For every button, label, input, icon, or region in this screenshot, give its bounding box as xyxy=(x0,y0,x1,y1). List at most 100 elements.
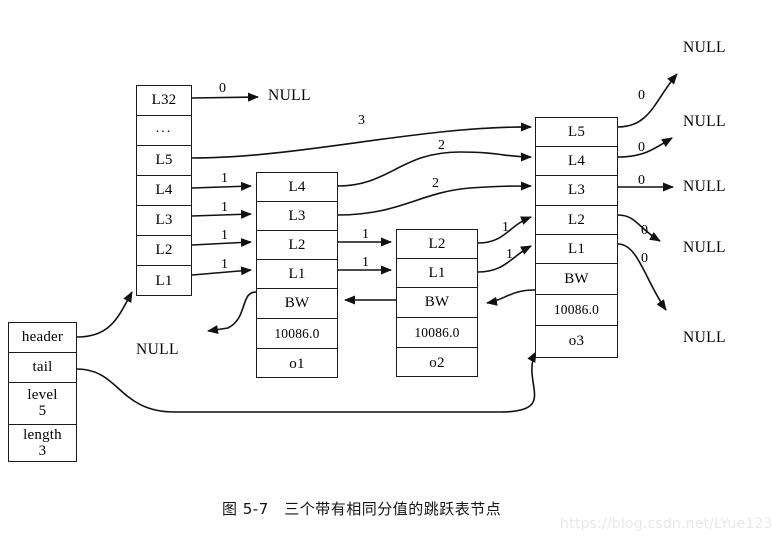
header-node: L32 ... L5 L4 L3 L2 L1 xyxy=(136,85,192,296)
node-o2-score-value: 10086.0 xyxy=(414,324,460,340)
connector-layer xyxy=(76,73,678,413)
source-watermark: https://blog.csdn.net/LYue123 xyxy=(560,516,772,532)
node-o2-level-l2-label: L2 xyxy=(428,235,446,252)
node-o1-level-l3-label: L3 xyxy=(288,207,306,224)
span-label-o2-l1: 1 xyxy=(506,247,513,262)
node-o3-level-l3-label: L3 xyxy=(567,182,586,198)
header-level-l2: L2 xyxy=(137,236,191,266)
edge-meta-header-to-header-node xyxy=(76,291,133,338)
meta-field-length: length 3 xyxy=(9,425,76,463)
span-label-header-l2: 1 xyxy=(221,228,228,243)
node-o2-level-l1-label: L1 xyxy=(428,264,446,281)
span-label-o2-l2: 1 xyxy=(502,220,509,235)
node-o3-obj-label: o3 xyxy=(568,333,585,349)
node-o1-level-l4: L4 xyxy=(257,173,337,202)
node-o3-level-l3: L3 xyxy=(536,176,617,206)
node-o3-backward-label: BW xyxy=(564,270,589,287)
meta-field-level-value: 5 xyxy=(38,402,47,419)
node-o1-obj: o1 xyxy=(257,349,337,379)
header-level-l4: L4 xyxy=(137,176,191,206)
span-label-header-l3: 1 xyxy=(221,200,228,215)
span-label-o3-l2: 0 xyxy=(641,223,648,238)
meta-field-length-label: length xyxy=(23,427,62,444)
node-o1-level-l2: L2 xyxy=(257,231,337,260)
node-o3: L5 L4 L3 L2 L1 BW 10086.0 o3 xyxy=(535,117,618,358)
edge-o2l1-o3l1 xyxy=(477,245,532,273)
meta-field-header-label: header xyxy=(21,329,64,345)
span-label-o3-l3: 0 xyxy=(638,173,645,188)
meta-field-level-label: level xyxy=(27,386,58,403)
node-o1: L4 L3 L2 L1 BW 10086.0 o1 xyxy=(256,172,338,378)
node-o2-score: 10086.0 xyxy=(397,318,477,348)
header-level-l5: L5 xyxy=(137,146,191,176)
edge-header-l32-null xyxy=(191,92,259,102)
node-o2-obj-label: o2 xyxy=(429,354,445,371)
null-label-o3-l2: NULL xyxy=(683,239,726,256)
node-o2-obj: o2 xyxy=(397,348,477,378)
skiplist-diagram: header tail level 5 length 3 L32 ... L5 … xyxy=(0,0,772,543)
node-o3-level-l2: L2 xyxy=(536,206,617,235)
span-label-o1-l4: 2 xyxy=(438,138,445,153)
null-label-o3-l5: NULL xyxy=(683,39,726,56)
node-o3-obj: o3 xyxy=(536,326,617,357)
node-o3-level-l1: L1 xyxy=(536,235,617,264)
edge-o3l5-null xyxy=(617,73,678,128)
node-o1-backward-label: BW xyxy=(284,295,310,311)
node-o1-level-l3: L3 xyxy=(257,202,337,231)
node-o3-level-l1-label: L1 xyxy=(567,240,586,257)
null-label-o3-l1: NULL xyxy=(683,329,726,346)
header-level-l4-label: L4 xyxy=(155,182,173,198)
span-label-o1-l1: 1 xyxy=(362,255,369,270)
span-label-o1-l2: 1 xyxy=(362,227,369,242)
edge-o1bw-null xyxy=(207,291,257,334)
header-level-l32-label: L32 xyxy=(151,92,177,108)
edge-o3l2-null xyxy=(617,214,661,242)
header-level-l3: L3 xyxy=(137,206,191,236)
node-o2: L2 L1 BW 10086.0 o2 xyxy=(396,229,478,377)
meta-field-header: header xyxy=(9,323,76,353)
span-label-o3-l5: 0 xyxy=(638,88,645,103)
meta-field-tail-label: tail xyxy=(32,359,53,375)
meta-field-length-value: 3 xyxy=(38,443,47,459)
node-o1-backward: BW xyxy=(257,289,337,319)
span-label-header-l4: 1 xyxy=(221,171,228,186)
header-level-ellipsis-label: ... xyxy=(155,120,173,136)
null-label-o3-l4: NULL xyxy=(683,113,726,130)
node-o1-level-l1: L1 xyxy=(257,260,337,289)
node-o1-level-l2-label: L2 xyxy=(288,236,306,253)
node-o3-score-value: 10086.0 xyxy=(553,302,600,318)
node-o3-backward: BW xyxy=(536,264,617,295)
node-o3-score: 10086.0 xyxy=(536,295,617,326)
meta-field-level: level 5 xyxy=(9,383,76,425)
edge-o3bw-o2bw xyxy=(486,289,536,306)
null-label-o1-backward: NULL xyxy=(136,341,179,358)
skiplist-meta-node: header tail level 5 length 3 xyxy=(8,322,77,462)
node-o2-level-l1: L1 xyxy=(397,259,477,288)
node-o3-level-l2-label: L2 xyxy=(567,211,586,228)
edge-header-l5-o3l5 xyxy=(191,122,532,159)
node-o2-backward-label: BW xyxy=(424,294,450,310)
node-o2-backward: BW xyxy=(397,288,477,318)
node-o1-score-value: 10086.0 xyxy=(274,325,320,341)
node-o1-obj-label: o1 xyxy=(289,355,305,372)
edge-o3l4-null xyxy=(617,137,673,158)
header-level-l32: L32 xyxy=(137,86,191,116)
header-level-l2-label: L2 xyxy=(155,242,173,258)
node-o3-level-l4-label: L4 xyxy=(567,152,586,169)
node-o1-level-l1-label: L1 xyxy=(288,265,306,282)
span-label-o3-l1: 0 xyxy=(641,251,648,266)
node-o3-level-l4: L4 xyxy=(536,147,617,176)
node-o1-score: 10086.0 xyxy=(257,319,337,349)
header-level-l1: L1 xyxy=(137,266,191,297)
null-label-o3-l3: NULL xyxy=(683,178,726,195)
header-level-l5-label: L5 xyxy=(155,152,173,168)
span-label-header-l32: 0 xyxy=(219,81,226,96)
node-o3-level-l5-label: L5 xyxy=(567,123,586,140)
node-o2-level-l2: L2 xyxy=(397,230,477,259)
span-label-o3-l4: 0 xyxy=(638,140,645,155)
meta-field-tail: tail xyxy=(9,353,76,383)
node-o3-level-l5: L5 xyxy=(536,118,617,147)
header-level-l3-label: L3 xyxy=(155,212,173,228)
span-label-header-l5: 3 xyxy=(358,113,365,128)
null-label-header-l32: NULL xyxy=(268,87,311,104)
